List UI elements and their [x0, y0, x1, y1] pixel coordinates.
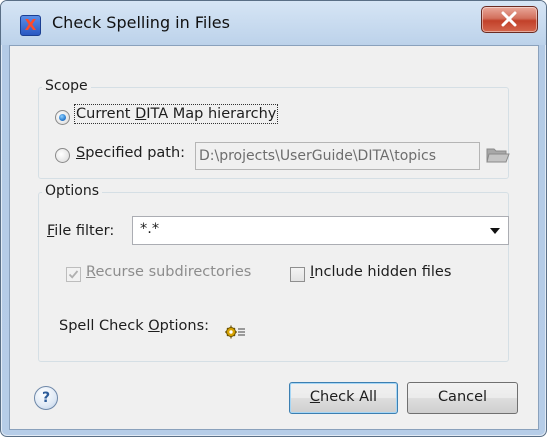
close-button[interactable]: [481, 6, 538, 33]
spell-check-accel: O: [148, 318, 160, 334]
scope-legend: Scope: [42, 78, 91, 94]
file-filter-value: *.*: [140, 221, 160, 237]
window-title: Check Spelling in Files: [52, 13, 230, 32]
title-bar[interactable]: X Check Spelling in Files: [1, 1, 546, 45]
help-button[interactable]: ?: [34, 386, 58, 410]
gear-options-icon[interactable]: [225, 324, 247, 340]
check-all-button[interactable]: Check All: [289, 382, 398, 414]
close-icon: [501, 11, 517, 27]
spell-check-label-pre: Spell Check: [59, 318, 149, 334]
hidden-files-checkbox[interactable]: [290, 267, 305, 282]
check-all-accel: C: [309, 389, 321, 405]
current-map-radio[interactable]: [55, 110, 70, 125]
current-map-accel: D: [135, 106, 147, 122]
checkmark-icon: [68, 270, 79, 279]
file-filter-label: File filter:: [47, 223, 114, 239]
specified-path-label[interactable]: Specified path:: [76, 145, 185, 161]
specified-path-label-post: pecified path:: [85, 145, 186, 161]
current-map-label-pre: Current: [76, 106, 136, 122]
file-filter-label-post: ile filter:: [54, 223, 115, 239]
folder-icon[interactable]: [486, 145, 510, 165]
spell-check-label-post: ptions:: [159, 318, 210, 334]
dialog-body: Scope Current DITA Map hierarchy Specifi…: [9, 45, 539, 430]
file-filter-combo[interactable]: *.*: [132, 216, 509, 245]
dialog-window: X Check Spelling in Files Scope Current …: [0, 0, 547, 437]
recurse-checkbox[interactable]: [66, 267, 81, 282]
recurse-label[interactable]: Recurse subdirectories: [86, 264, 251, 280]
hidden-files-label[interactable]: Include hidden files: [310, 264, 451, 280]
options-legend: Options: [42, 183, 103, 199]
cancel-button[interactable]: Cancel: [407, 382, 518, 414]
check-all-label: heck All: [320, 389, 378, 405]
current-map-label[interactable]: Current DITA Map hierarchy: [73, 104, 279, 124]
x-letter-app-icon: X: [20, 15, 41, 36]
hidden-files-label-post: nclude hidden files: [314, 264, 452, 280]
spell-check-options-label: Spell Check Options:: [59, 318, 209, 334]
current-map-label-post: ITA Map hierarchy: [146, 106, 277, 122]
specified-path-accel: S: [76, 145, 86, 161]
recurse-label-post: ecurse subdirectories: [95, 264, 252, 280]
specified-path-radio[interactable]: [55, 148, 70, 163]
specified-path-field[interactable]: D:\projects\UserGuide\DITA\topics: [195, 142, 480, 170]
chevron-down-icon[interactable]: [490, 228, 500, 234]
